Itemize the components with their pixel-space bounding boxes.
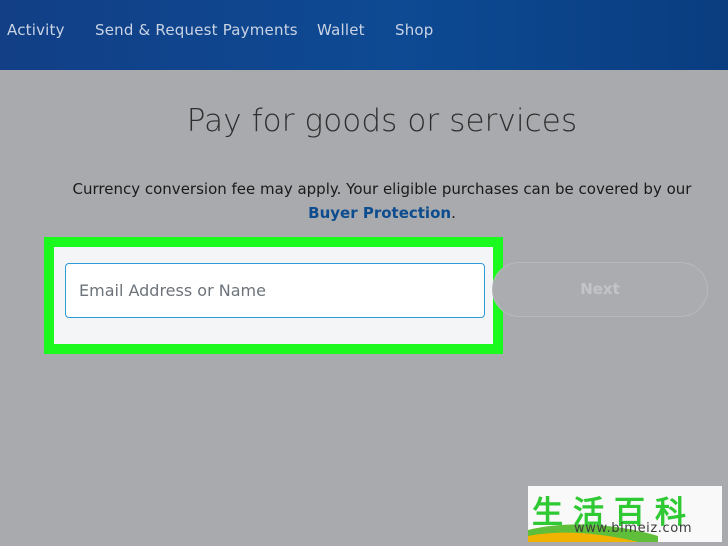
- nav-item-wallet[interactable]: Wallet: [317, 21, 365, 39]
- watermark-url: www.bimeiz.com: [574, 521, 693, 536]
- fee-notice: Currency conversion fee may apply. Your …: [0, 177, 728, 225]
- page-title: Pay for goods or services: [186, 103, 578, 139]
- watermark-logo: 生活百科 www.bimeiz.com: [528, 486, 722, 542]
- next-button[interactable]: Next: [492, 262, 708, 317]
- nav-item-send-request-payments[interactable]: Send & Request Payments: [95, 21, 298, 39]
- buyer-protection-link[interactable]: Buyer Protection: [308, 204, 451, 222]
- top-navigation-bar: Activity Send & Request Payments Wallet …: [0, 0, 728, 70]
- fee-notice-text: Currency conversion fee may apply. Your …: [72, 180, 692, 198]
- recipient-email-or-name-input[interactable]: [65, 263, 485, 318]
- nav-item-shop[interactable]: Shop: [395, 21, 434, 39]
- fee-notice-period: .: [451, 204, 456, 222]
- nav-item-activity[interactable]: Activity: [7, 21, 65, 39]
